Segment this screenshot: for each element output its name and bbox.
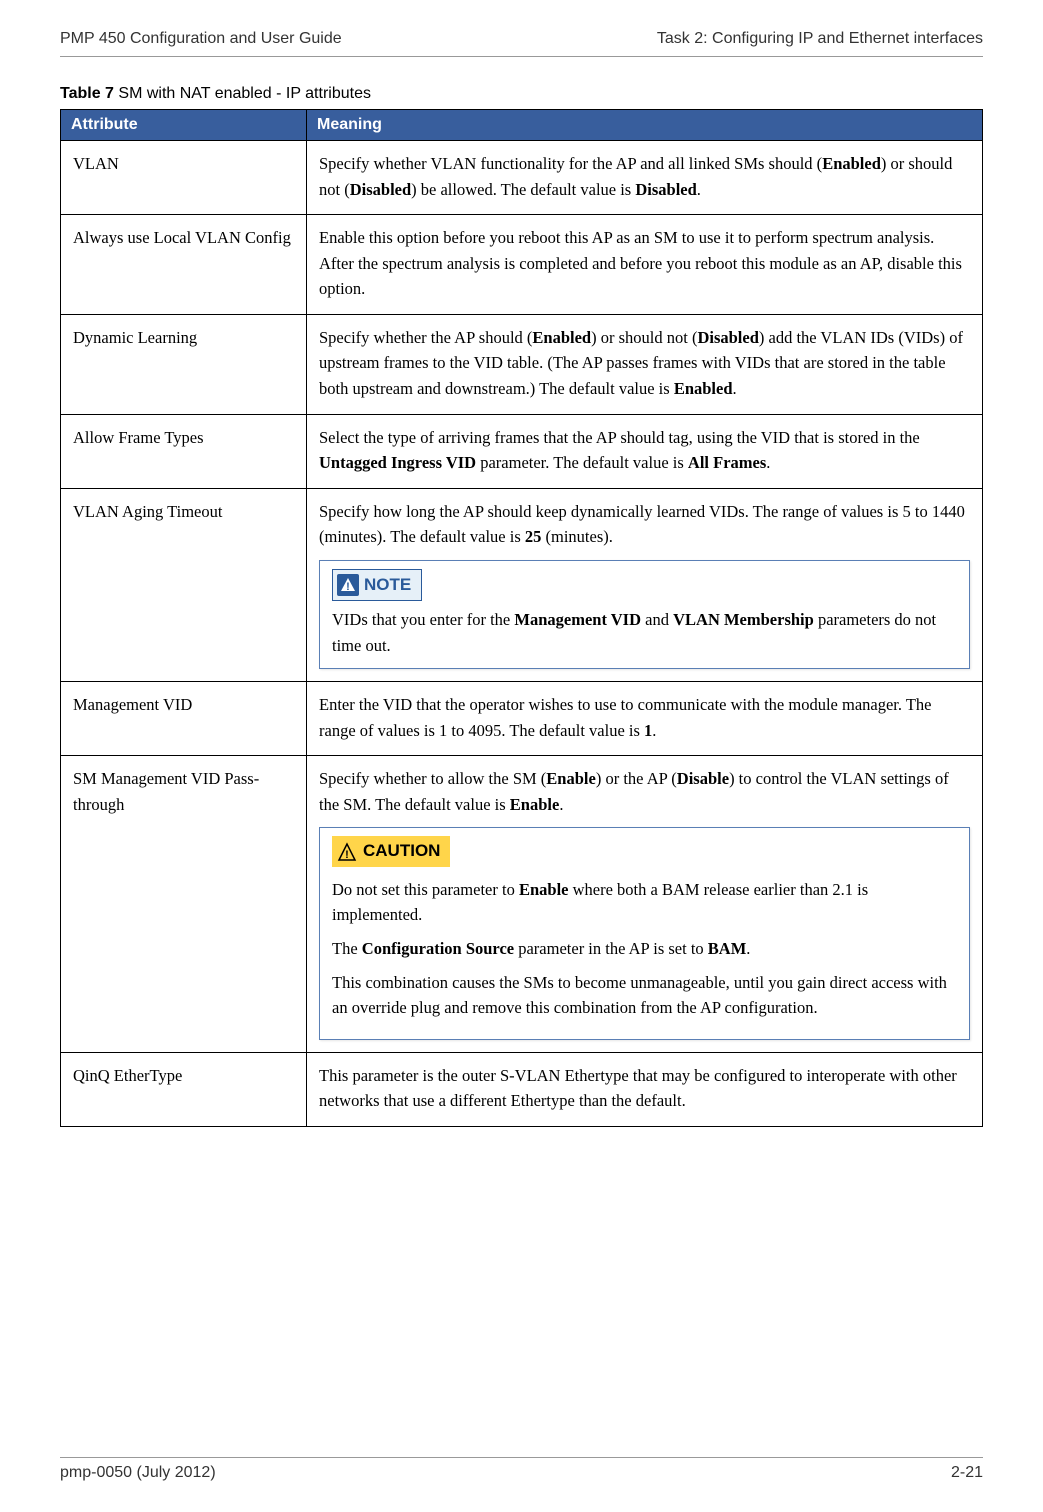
footer-left: pmp-0050 (July 2012) bbox=[60, 1464, 216, 1482]
attr-cell: Dynamic Learning bbox=[61, 314, 307, 414]
svg-text:!: ! bbox=[345, 849, 349, 861]
attr-cell: QinQ EtherType bbox=[61, 1052, 307, 1126]
meaning-cell: Specify whether VLAN functionality for t… bbox=[307, 141, 983, 215]
caution-label: ! CAUTION bbox=[332, 836, 450, 866]
attributes-table: Attribute Meaning VLAN Specify whether V… bbox=[60, 109, 983, 1127]
table-row: VLAN Aging Timeout Specify how long the … bbox=[61, 488, 983, 682]
table-row: Management VID Enter the VID that the op… bbox=[61, 682, 983, 756]
table-row: VLAN Specify whether VLAN functionality … bbox=[61, 141, 983, 215]
header-right: Task 2: Configuring IP and Ethernet inte… bbox=[657, 30, 983, 48]
attr-cell: Always use Local VLAN Config bbox=[61, 215, 307, 315]
meaning-cell: Specify how long the AP should keep dyna… bbox=[307, 488, 983, 682]
meaning-cell: Specify whether to allow the SM (Enable)… bbox=[307, 756, 983, 1052]
table-row: SM Management VID Pass-through Specify w… bbox=[61, 756, 983, 1052]
note-body: VIDs that you enter for the Management V… bbox=[332, 607, 957, 658]
caution-label-text: CAUTION bbox=[363, 838, 440, 864]
caution-body: Do not set this parameter to Enable wher… bbox=[332, 877, 957, 1021]
caution-box: ! CAUTION Do not set this parameter to E… bbox=[319, 827, 970, 1039]
table-caption: Table 7 SM with NAT enabled - IP attribu… bbox=[60, 85, 983, 103]
attr-cell: VLAN bbox=[61, 141, 307, 215]
page-footer: pmp-0050 (July 2012) 2-21 bbox=[60, 1457, 983, 1482]
footer-right: 2-21 bbox=[951, 1464, 983, 1482]
caption-bold: Table 7 bbox=[60, 85, 114, 102]
table-row: Allow Frame Types Select the type of arr… bbox=[61, 414, 983, 488]
table-row: QinQ EtherType This parameter is the out… bbox=[61, 1052, 983, 1126]
caption-rest: SM with NAT enabled - IP attributes bbox=[114, 85, 371, 102]
note-icon: ! bbox=[337, 574, 359, 596]
attr-cell: SM Management VID Pass-through bbox=[61, 756, 307, 1052]
col-meaning: Meaning bbox=[307, 110, 983, 141]
meaning-cell: Enter the VID that the operator wishes t… bbox=[307, 682, 983, 756]
attr-cell: Allow Frame Types bbox=[61, 414, 307, 488]
table-row: Dynamic Learning Specify whether the AP … bbox=[61, 314, 983, 414]
meaning-cell: This parameter is the outer S-VLAN Ether… bbox=[307, 1052, 983, 1126]
attr-cell: Management VID bbox=[61, 682, 307, 756]
svg-text:!: ! bbox=[346, 581, 350, 593]
note-box: ! NOTE VIDs that you enter for the Manag… bbox=[319, 560, 970, 669]
meaning-cell: Specify whether the AP should (Enabled) … bbox=[307, 314, 983, 414]
col-attribute: Attribute bbox=[61, 110, 307, 141]
meaning-cell: Enable this option before you reboot thi… bbox=[307, 215, 983, 315]
table-header-row: Attribute Meaning bbox=[61, 110, 983, 141]
header-left: PMP 450 Configuration and User Guide bbox=[60, 30, 342, 48]
note-label-text: NOTE bbox=[364, 572, 411, 598]
note-label: ! NOTE bbox=[332, 569, 422, 601]
page-header: PMP 450 Configuration and User Guide Tas… bbox=[60, 30, 983, 57]
caution-icon: ! bbox=[336, 841, 358, 863]
attr-cell: VLAN Aging Timeout bbox=[61, 488, 307, 682]
table-row: Always use Local VLAN Config Enable this… bbox=[61, 215, 983, 315]
meaning-cell: Select the type of arriving frames that … bbox=[307, 414, 983, 488]
